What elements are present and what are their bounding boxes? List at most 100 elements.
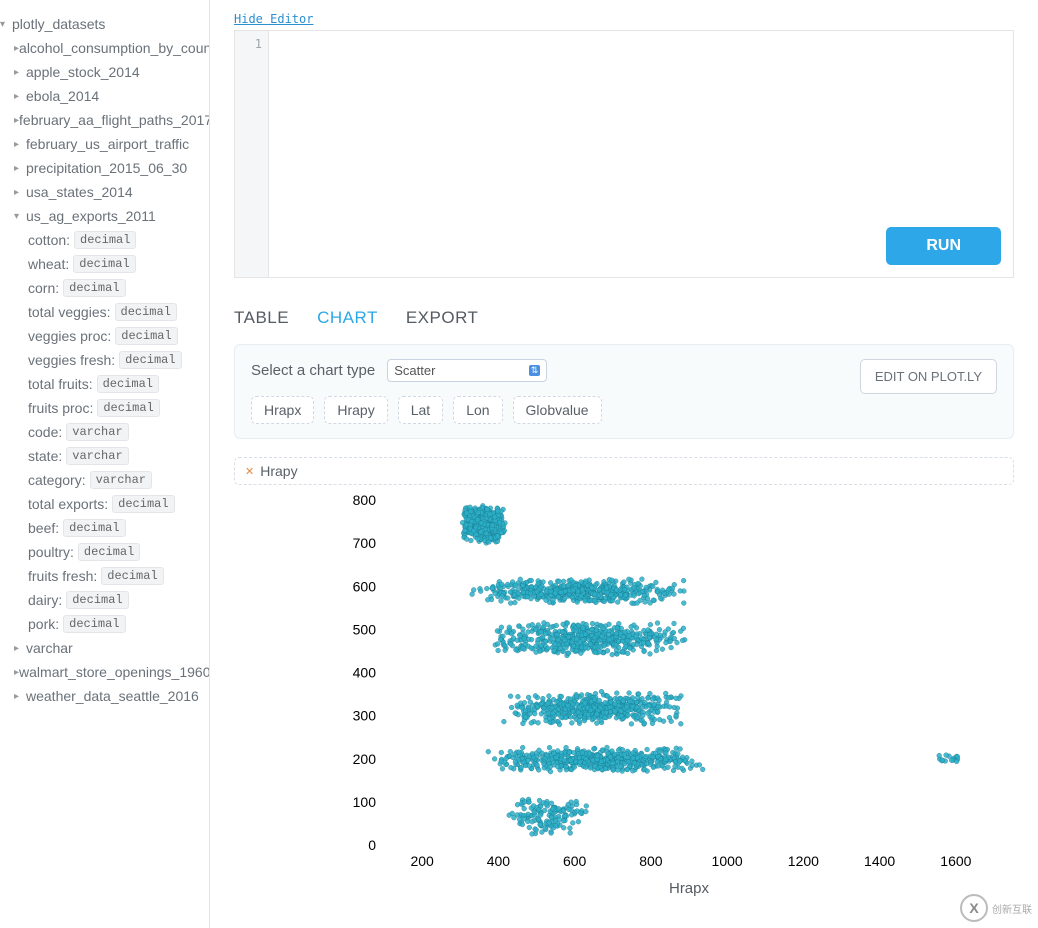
tree-item-label: february_aa_flight_paths_2017 [19,110,210,130]
tree-root[interactable]: ▾ plotly_datasets [0,12,209,36]
column-name: category: [28,470,86,490]
column-chip[interactable]: Globvalue [513,396,602,424]
result-tabs: TABLE CHART EXPORT [234,308,1014,328]
tree-item-label: usa_states_2014 [26,182,133,202]
svg-text:400: 400 [487,853,511,869]
tab-chart[interactable]: CHART [317,308,378,328]
column-type-badge: decimal [63,615,125,633]
column-chip[interactable]: Lat [398,396,443,424]
column-item[interactable]: poultry:decimal [0,540,209,564]
column-name: corn: [28,278,59,298]
svg-text:700: 700 [353,535,377,551]
column-type-badge: decimal [112,495,174,513]
chart-type-select[interactable]: Scatter ⇅ [387,359,547,382]
svg-text:800: 800 [639,853,663,869]
column-chip[interactable]: Hrapy [324,396,387,424]
edit-on-plotly-button[interactable]: EDIT ON PLOT.LY [860,359,997,394]
legend-item[interactable]: ✕ Hrapy [234,457,1014,485]
sidebar: ▾ plotly_datasets ▸alcohol_consumption_b… [0,0,210,928]
column-item[interactable]: total veggies:decimal [0,300,209,324]
column-item[interactable]: total exports:decimal [0,492,209,516]
column-item[interactable]: cotton:decimal [0,228,209,252]
column-item[interactable]: total fruits:decimal [0,372,209,396]
svg-text:200: 200 [410,853,434,869]
column-name: cotton: [28,230,70,250]
column-type-badge: decimal [97,399,159,417]
column-name: veggies proc: [28,326,111,346]
column-type-badge: decimal [74,231,136,249]
tree-item[interactable]: ▸weather_data_seattle_2016 [0,684,209,708]
close-icon[interactable]: ✕ [245,465,254,478]
tree-item[interactable]: ▸ebola_2014 [0,84,209,108]
tree-item[interactable]: ▾us_ag_exports_2011 [0,204,209,228]
column-item[interactable]: wheat:decimal [0,252,209,276]
column-item[interactable]: corn:decimal [0,276,209,300]
chart-config-panel: Select a chart type Scatter ⇅ EDIT ON PL… [234,344,1014,439]
svg-text:100: 100 [353,794,377,810]
tree-item-label: varchar [26,638,73,658]
caret-right-icon: ▸ [14,187,26,198]
main-panel: Hide Editor 1 RUN TABLE CHART EXPORT Sel… [210,0,1038,928]
column-item[interactable]: code:varchar [0,420,209,444]
tree-item[interactable]: ▸february_aa_flight_paths_2017 [0,108,209,132]
column-name: state: [28,446,62,466]
sql-editor[interactable]: 1 RUN [234,30,1014,278]
tab-table[interactable]: TABLE [234,308,289,328]
caret-down-icon: ▾ [14,211,26,222]
column-item[interactable]: category:varchar [0,468,209,492]
caret-down-icon: ▾ [0,19,12,30]
run-button[interactable]: RUN [886,227,1001,265]
svg-text:1000: 1000 [712,853,743,869]
tree-item[interactable]: ▸walmart_store_openings_1960_2006 [0,660,209,684]
svg-text:1200: 1200 [788,853,819,869]
tree-item[interactable]: ▸february_us_airport_traffic [0,132,209,156]
caret-right-icon: ▸ [14,67,26,78]
tree-item-label: walmart_store_openings_1960_2006 [19,662,210,682]
column-name: dairy: [28,590,62,610]
column-name: fruits proc: [28,398,93,418]
tree-item-label: february_us_airport_traffic [26,134,189,154]
column-item[interactable]: fruits proc:decimal [0,396,209,420]
column-item[interactable]: veggies fresh:decimal [0,348,209,372]
column-chip[interactable]: Hrapx [251,396,314,424]
tree-item[interactable]: ▸precipitation_2015_06_30 [0,156,209,180]
tree-item-label: apple_stock_2014 [26,62,140,82]
editor-gutter: 1 [235,31,269,277]
column-name: total fruits: [28,374,93,394]
line-number: 1 [255,37,262,51]
tree-item[interactable]: ▸apple_stock_2014 [0,60,209,84]
column-name: code: [28,422,62,442]
column-item[interactable]: state:varchar [0,444,209,468]
tree-root-label: plotly_datasets [12,14,105,34]
column-type-badge: varchar [66,423,128,441]
tree-item[interactable]: ▸varchar [0,636,209,660]
caret-right-icon: ▸ [14,691,26,702]
column-item[interactable]: pork:decimal [0,612,209,636]
svg-text:600: 600 [563,853,587,869]
caret-right-icon: ▸ [14,91,26,102]
column-type-badge: decimal [101,567,163,585]
column-name: total exports: [28,494,108,514]
tree-item[interactable]: ▸alcohol_consumption_by_country_2014 [0,36,209,60]
svg-text:800: 800 [353,492,377,508]
tree-item-label: precipitation_2015_06_30 [26,158,187,178]
tab-export[interactable]: EXPORT [406,308,479,328]
svg-text:600: 600 [353,578,377,594]
tree-item-label: alcohol_consumption_by_country_2014 [19,38,210,58]
column-chip[interactable]: Lon [453,396,502,424]
column-item[interactable]: fruits fresh:decimal [0,564,209,588]
watermark-icon: X [960,894,988,922]
column-name: veggies fresh: [28,350,115,370]
scatter-points [460,503,960,836]
svg-text:0: 0 [368,837,376,853]
column-item[interactable]: beef:decimal [0,516,209,540]
column-item[interactable]: dairy:decimal [0,588,209,612]
watermark: X 创新互联 [954,892,1038,924]
tree-item[interactable]: ▸usa_states_2014 [0,180,209,204]
svg-text:500: 500 [353,621,377,637]
column-item[interactable]: veggies proc:decimal [0,324,209,348]
hide-editor-link[interactable]: Hide Editor [234,12,1014,26]
scatter-chart[interactable]: 0100200300400500600700800200400600800100… [334,491,1014,901]
watermark-text: 创新互联 [992,901,1032,916]
column-type-badge: decimal [78,543,140,561]
